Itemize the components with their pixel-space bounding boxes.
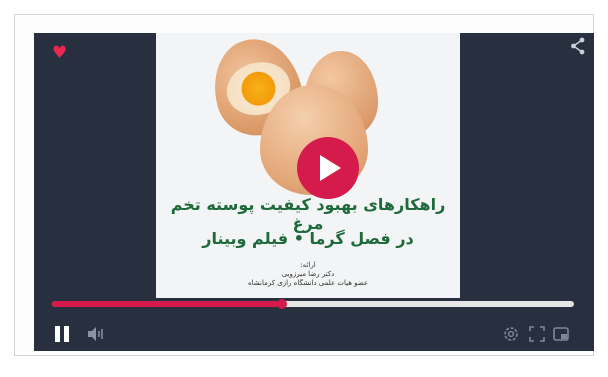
volume-icon[interactable] bbox=[86, 325, 104, 347]
video-thumbnail[interactable]: راهکارهای بهبود کیفیت پوسته تخم مرغ در ف… bbox=[156, 33, 460, 298]
video-player[interactable]: راهکارهای بهبود کیفیت پوسته تخم مرغ در ف… bbox=[34, 33, 594, 351]
pip-icon[interactable] bbox=[552, 325, 570, 347]
credit-label: ارائه: bbox=[300, 261, 316, 269]
play-icon bbox=[320, 155, 341, 181]
video-title-line-2: در فصل گرما • فیلم وبینار bbox=[202, 229, 414, 248]
fullscreen-icon[interactable] bbox=[528, 325, 546, 347]
play-button[interactable] bbox=[297, 137, 359, 199]
heart-icon[interactable]: ♥ bbox=[52, 43, 67, 63]
credit-name: دکتر رضا میرزویی bbox=[281, 270, 335, 278]
credit-affiliation: عضو هیات علمی دانشگاه رازی کرمانشاه bbox=[247, 279, 369, 287]
share-icon[interactable] bbox=[570, 37, 586, 59]
video-title-line-1: راهکارهای بهبود کیفیت پوسته تخم مرغ bbox=[170, 195, 446, 233]
progress-bar[interactable] bbox=[52, 299, 574, 309]
settings-icon[interactable] bbox=[502, 325, 520, 347]
progress-handle[interactable] bbox=[276, 299, 287, 309]
pause-button[interactable] bbox=[54, 326, 70, 342]
progress-fill bbox=[52, 301, 282, 307]
